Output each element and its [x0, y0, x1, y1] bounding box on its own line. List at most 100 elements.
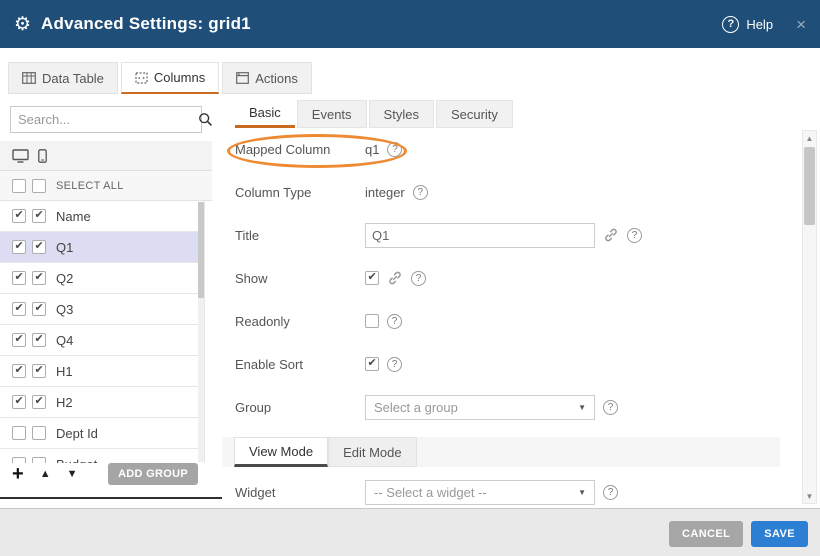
column-row[interactable]: Name — [0, 201, 204, 232]
mapped-column-help-icon[interactable]: ? — [387, 142, 402, 157]
advanced-settings-dialog: ⚙ Advanced Settings: grid1 ? Help × Data… — [0, 0, 820, 508]
widget-select[interactable]: -- Select a widget -- ▼ — [365, 480, 595, 505]
tab-columns[interactable]: Columns — [121, 62, 219, 94]
tab-view-mode[interactable]: View Mode — [234, 437, 328, 467]
widget-help-icon[interactable]: ? — [603, 485, 618, 500]
detail-scrollbar: ▲ ▼ — [802, 130, 817, 504]
tab-events[interactable]: Events — [297, 100, 367, 128]
column-row[interactable]: Q4 — [0, 325, 204, 356]
group-select-value: Select a group — [374, 400, 458, 415]
close-icon[interactable]: × — [796, 16, 806, 33]
dialog-footer: CANCEL SAVE — [0, 508, 820, 556]
desktop-visibility-checkbox[interactable] — [12, 333, 26, 347]
desktop-visibility-checkbox[interactable] — [12, 209, 26, 223]
tab-edit-mode[interactable]: Edit Mode — [328, 437, 417, 467]
title-input[interactable] — [365, 223, 595, 248]
tab-data-table[interactable]: Data Table — [8, 62, 118, 94]
search-input[interactable] — [11, 107, 198, 132]
header-right: ? Help × — [722, 16, 806, 33]
select-all-mobile-checkbox[interactable] — [32, 179, 46, 193]
column-detail-panel: Basic Events Styles Security Mapped Colu… — [222, 94, 820, 508]
desktop-visibility-checkbox[interactable] — [12, 240, 26, 254]
tab-security[interactable]: Security — [436, 100, 513, 128]
group-select[interactable]: Select a group ▼ — [365, 395, 595, 420]
add-column-button[interactable]: + — [12, 464, 24, 484]
mobile-visibility-checkbox[interactable] — [32, 426, 46, 440]
tab-actions[interactable]: Actions — [222, 62, 312, 94]
tab-styles[interactable]: Styles — [369, 100, 434, 128]
enable-sort-help-icon[interactable]: ? — [387, 357, 402, 372]
scroll-down-icon[interactable]: ▼ — [803, 489, 816, 503]
list-controls: + ▲ ▼ ADD GROUP — [12, 463, 198, 485]
detail-tabbar: Basic Events Styles Security — [235, 100, 820, 128]
column-type-label: Column Type — [235, 185, 365, 200]
title-label: Title — [235, 228, 365, 243]
readonly-checkbox[interactable] — [365, 314, 379, 328]
mapped-column-row: Mapped Column q1 ? — [235, 136, 802, 162]
column-row[interactable]: Q3 — [0, 294, 204, 325]
data-table-icon — [22, 72, 36, 84]
group-row: Group Select a group ▼ ? — [235, 394, 802, 420]
mapped-column-value: q1 — [365, 142, 379, 157]
column-row[interactable]: H1 — [0, 356, 204, 387]
column-row[interactable]: Q1 — [0, 232, 204, 263]
select-all-desktop-checkbox[interactable] — [12, 179, 26, 193]
scrollbar-thumb[interactable] — [198, 202, 204, 298]
desktop-visibility-checkbox[interactable] — [12, 426, 26, 440]
link-binding-icon[interactable] — [387, 270, 403, 286]
mobile-icon[interactable] — [38, 149, 47, 163]
desktop-visibility-checkbox[interactable] — [12, 271, 26, 285]
group-label: Group — [235, 400, 365, 415]
readonly-help-icon[interactable]: ? — [387, 314, 402, 329]
group-help-icon[interactable]: ? — [603, 400, 618, 415]
select-all-row[interactable]: SELECT ALL — [0, 171, 212, 201]
help-icon[interactable]: ? — [722, 16, 739, 33]
desktop-visibility-checkbox[interactable] — [12, 364, 26, 378]
mobile-visibility-checkbox[interactable] — [32, 395, 46, 409]
device-visibility-header — [0, 141, 212, 171]
desktop-icon[interactable] — [12, 149, 29, 163]
scroll-up-icon[interactable]: ▲ — [803, 131, 816, 145]
column-row-label: Q2 — [56, 271, 73, 286]
show-checkbox[interactable] — [365, 271, 379, 285]
title-help-icon[interactable]: ? — [627, 228, 642, 243]
column-type-help-icon[interactable]: ? — [413, 185, 428, 200]
move-down-button[interactable]: ▼ — [67, 468, 78, 480]
tab-label: View Mode — [249, 444, 313, 459]
move-up-button[interactable]: ▲ — [40, 468, 51, 480]
enable-sort-checkbox[interactable] — [365, 357, 379, 371]
help-link[interactable]: Help — [746, 17, 773, 32]
save-button[interactable]: SAVE — [751, 521, 808, 547]
desktop-visibility-checkbox[interactable] — [12, 302, 26, 316]
tab-label: Styles — [384, 107, 419, 122]
gear-icon: ⚙ — [14, 15, 31, 34]
column-row[interactable]: Budget — [0, 449, 204, 463]
footer-buttons: CANCEL SAVE — [669, 521, 808, 547]
mobile-visibility-checkbox[interactable] — [32, 271, 46, 285]
mobile-visibility-checkbox[interactable] — [32, 364, 46, 378]
column-row[interactable]: Q2 — [0, 263, 204, 294]
mobile-visibility-checkbox[interactable] — [32, 333, 46, 347]
tab-basic[interactable]: Basic — [235, 100, 295, 128]
show-label: Show — [235, 271, 365, 286]
desktop-visibility-checkbox[interactable] — [12, 395, 26, 409]
add-group-button[interactable]: ADD GROUP — [108, 463, 198, 485]
tab-label: Columns — [154, 70, 205, 85]
readonly-label: Readonly — [235, 314, 365, 329]
mobile-visibility-checkbox[interactable] — [32, 240, 46, 254]
widget-label: Widget — [235, 485, 365, 500]
mode-tabbar: View Mode Edit Mode — [222, 437, 780, 467]
dialog-title: Advanced Settings: grid1 — [41, 14, 251, 34]
mobile-visibility-checkbox[interactable] — [32, 302, 46, 316]
column-row[interactable]: Dept Id — [0, 418, 204, 449]
search-icon[interactable] — [198, 112, 219, 127]
mobile-visibility-checkbox[interactable] — [32, 209, 46, 223]
chevron-down-icon: ▼ — [578, 403, 586, 412]
dialog-header: ⚙ Advanced Settings: grid1 ? Help × — [0, 0, 820, 48]
enable-sort-row: Enable Sort ? — [235, 351, 802, 377]
cancel-button[interactable]: CANCEL — [669, 521, 743, 547]
column-row[interactable]: H2 — [0, 387, 204, 418]
link-binding-icon[interactable] — [603, 227, 619, 243]
scrollbar-thumb[interactable] — [804, 147, 815, 225]
show-help-icon[interactable]: ? — [411, 271, 426, 286]
